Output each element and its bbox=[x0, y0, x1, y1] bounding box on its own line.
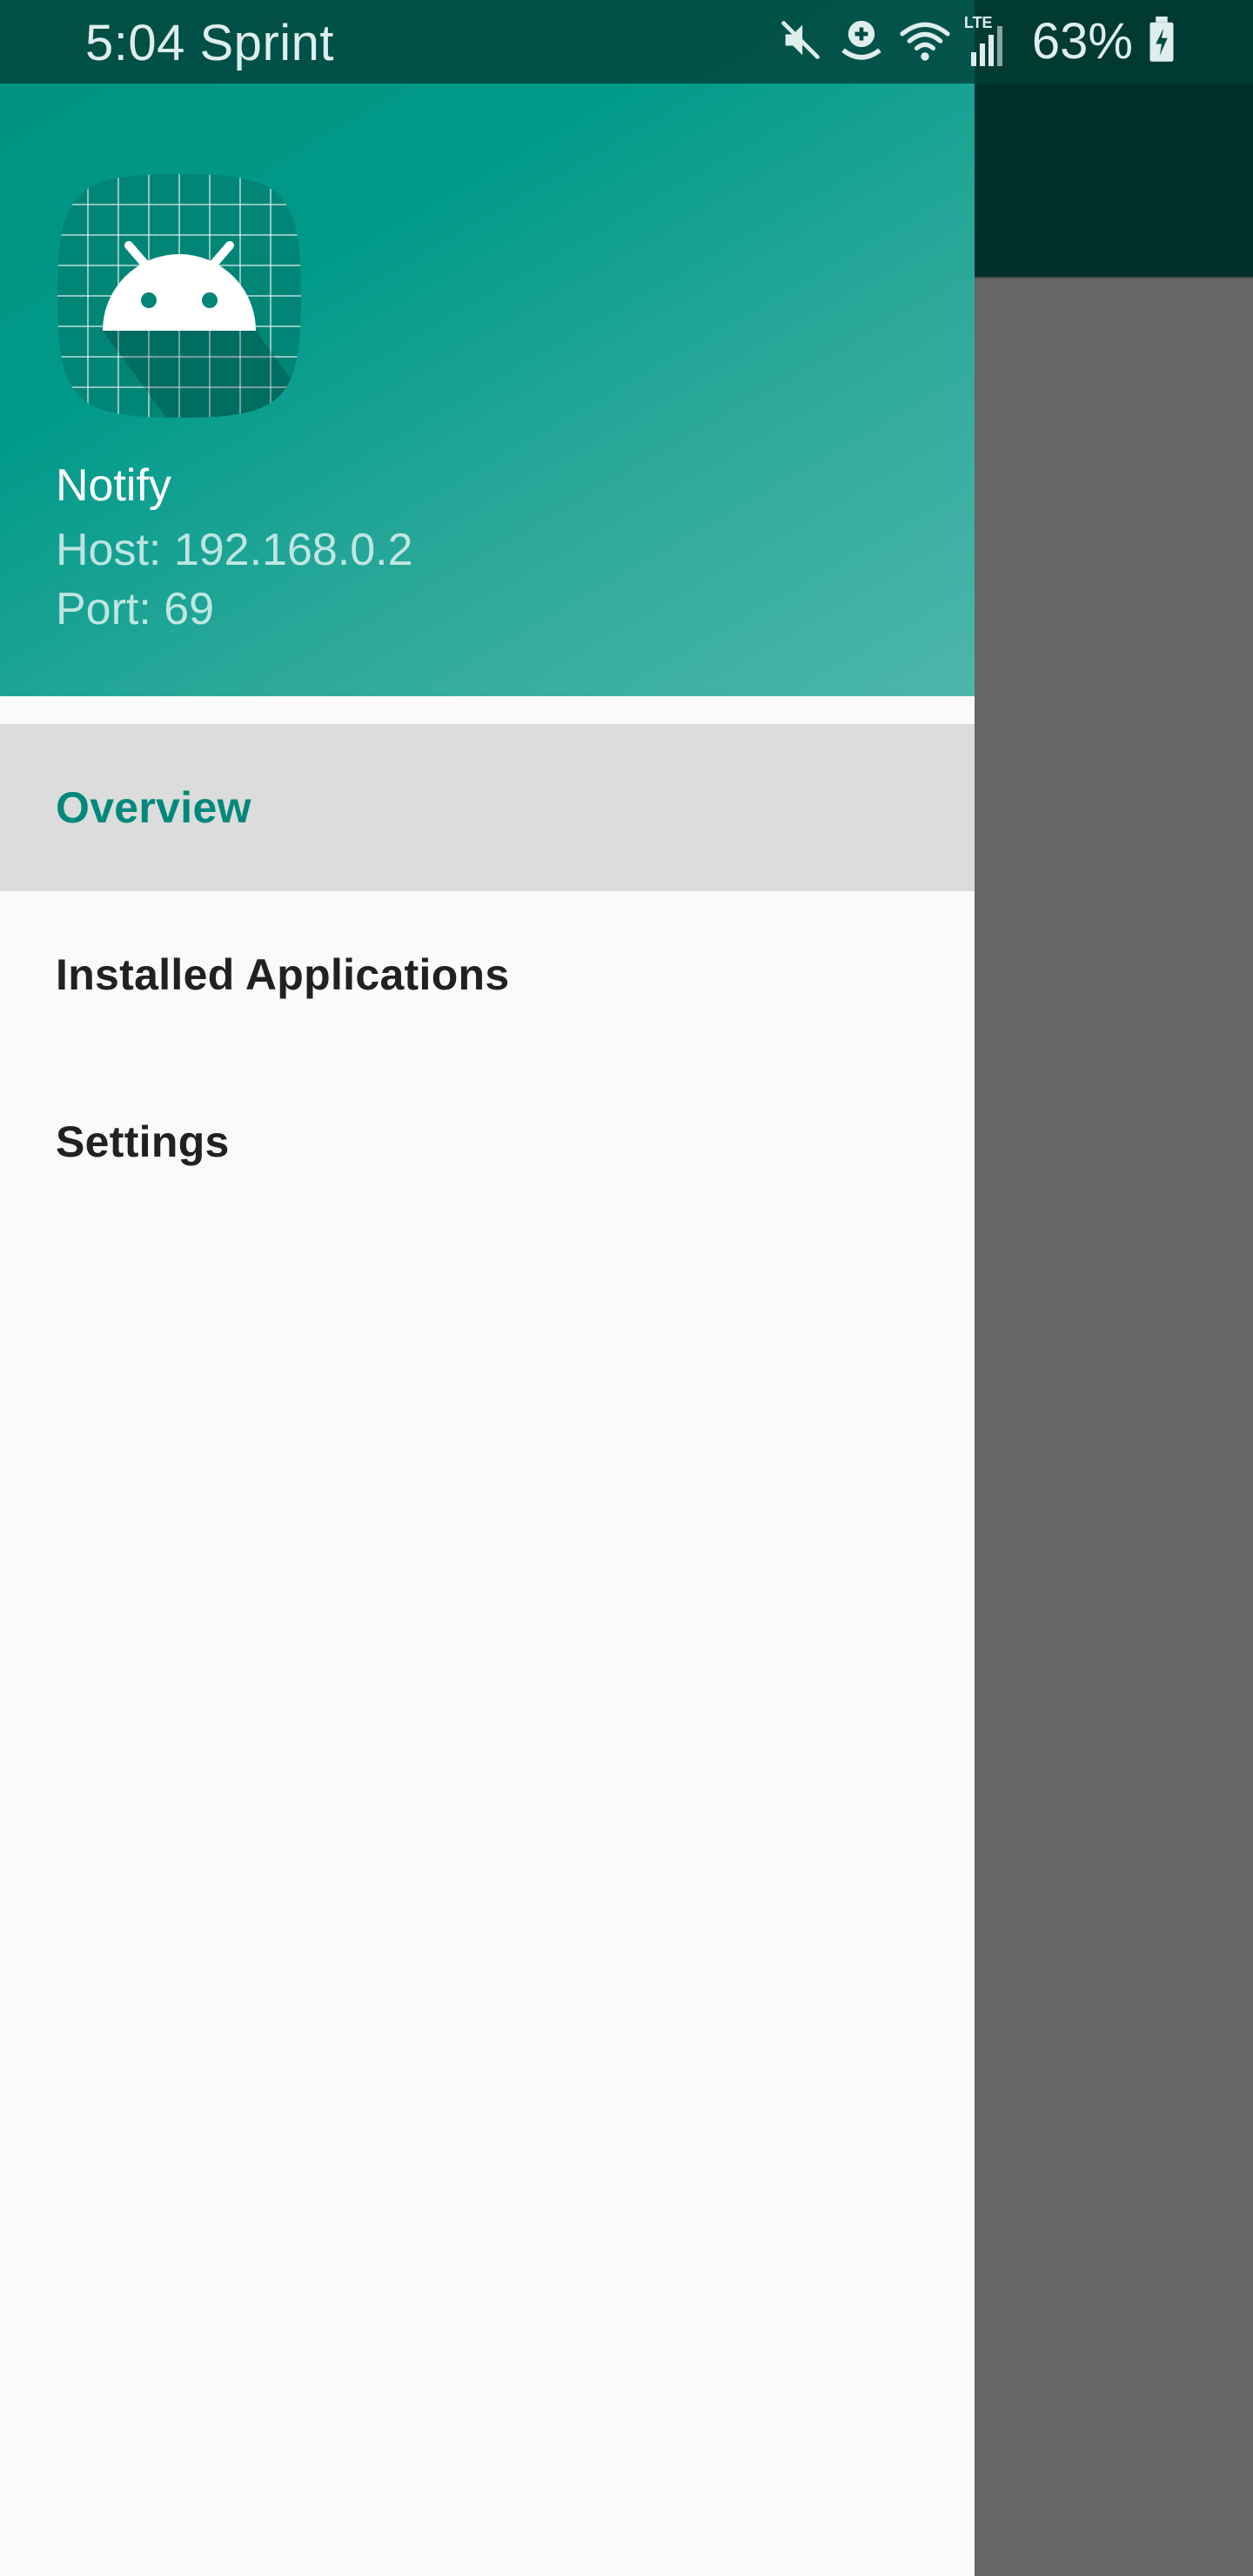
drawer-header: Notify Host: 192.168.0.2 Port: 69 bbox=[0, 0, 975, 696]
host-address: Host: 192.168.0.2 bbox=[56, 525, 413, 575]
screen: 5:04 Sprint LTE 63% Notify Host: 192.168… bbox=[0, 0, 1253, 2576]
battery-percent: 63% bbox=[1031, 13, 1133, 70]
menu-item-settings[interactable]: Settings bbox=[0, 1058, 975, 1225]
mute-icon bbox=[778, 17, 823, 67]
navigation-drawer: Notify Host: 192.168.0.2 Port: 69 Overvi… bbox=[0, 0, 975, 2576]
menu-item-overview[interactable]: Overview bbox=[0, 724, 975, 891]
port-number: Port: 69 bbox=[56, 584, 215, 634]
menu-item-installed-applications[interactable]: Installed Applications bbox=[0, 891, 975, 1058]
signal-icon: LTE bbox=[964, 14, 1009, 70]
status-bar: 5:04 Sprint LTE 63% bbox=[0, 0, 1253, 84]
menu-item-label: Overview bbox=[56, 783, 251, 832]
menu-item-label: Installed Applications bbox=[56, 950, 510, 999]
drawer-menu: Overview Installed Applications Settings bbox=[0, 724, 975, 1225]
android-icon bbox=[57, 174, 301, 418]
menu-item-label: Settings bbox=[56, 1117, 230, 1166]
data-saver-icon bbox=[837, 16, 886, 69]
status-time-carrier: 5:04 Sprint bbox=[85, 15, 335, 71]
status-icons: LTE 63% bbox=[764, 10, 1176, 73]
wifi-icon bbox=[900, 17, 950, 67]
app-name: Notify bbox=[56, 460, 171, 511]
battery-charging-icon bbox=[1147, 16, 1176, 68]
